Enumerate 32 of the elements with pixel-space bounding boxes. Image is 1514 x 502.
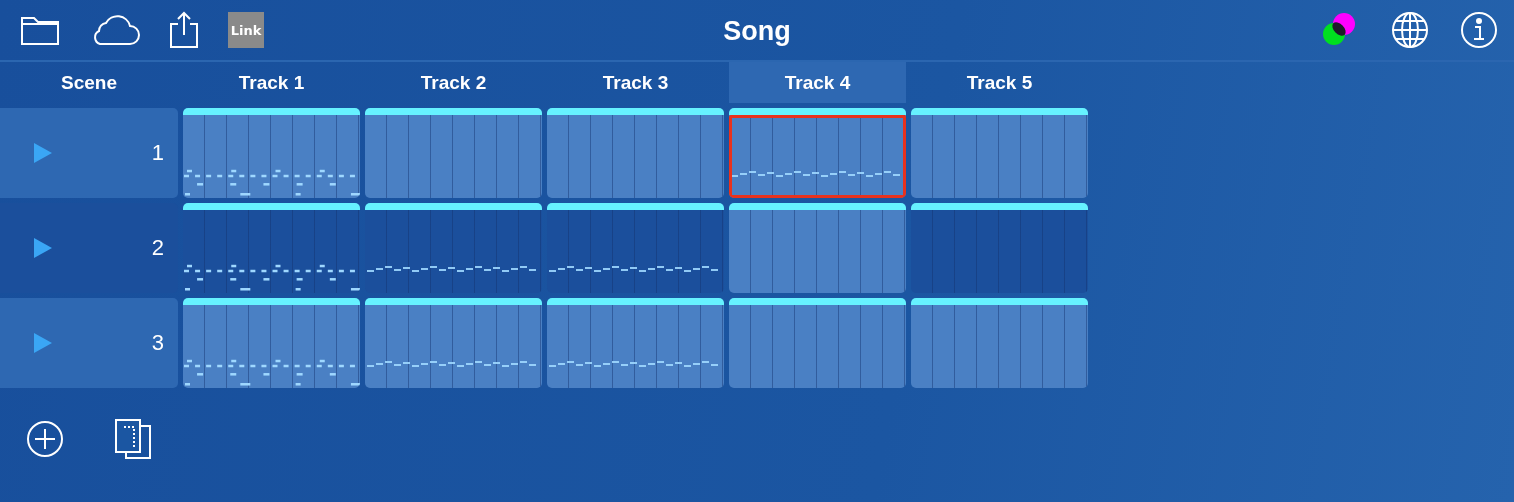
- window-title: Song: [723, 15, 791, 47]
- clip[interactable]: [729, 203, 906, 293]
- globe-icon[interactable]: [1390, 10, 1430, 50]
- clip[interactable]: [911, 108, 1088, 198]
- track-tab[interactable]: Track 1: [183, 62, 360, 103]
- clip[interactable]: [547, 108, 724, 198]
- clip[interactable]: [547, 298, 724, 388]
- clip[interactable]: [729, 108, 906, 198]
- scene-cell[interactable]: 1: [0, 108, 178, 198]
- track-tab[interactable]: Track 5: [911, 62, 1088, 103]
- scene-number: 2: [151, 235, 164, 261]
- scene-number: 3: [151, 330, 164, 356]
- clip[interactable]: [365, 203, 542, 293]
- duplicate-icon[interactable]: [114, 418, 152, 460]
- clip[interactable]: [365, 108, 542, 198]
- track-tab[interactable]: Track 4: [729, 62, 906, 103]
- scene-number: 1: [151, 140, 164, 166]
- info-icon[interactable]: [1460, 11, 1498, 49]
- track-tab[interactable]: Track 3: [547, 62, 724, 103]
- column-header: Scene: [61, 71, 117, 94]
- clip[interactable]: [365, 298, 542, 388]
- play-icon[interactable]: [34, 238, 52, 258]
- clip[interactable]: [911, 203, 1088, 293]
- clip[interactable]: [183, 298, 360, 388]
- clip[interactable]: [729, 298, 906, 388]
- clip[interactable]: [547, 203, 724, 293]
- add-icon[interactable]: [26, 420, 64, 458]
- share-icon[interactable]: [168, 11, 200, 49]
- clip[interactable]: [911, 298, 1088, 388]
- clip[interactable]: [183, 108, 360, 198]
- scene-cell[interactable]: 3: [0, 298, 178, 388]
- track-tab[interactable]: Track 2: [365, 62, 542, 103]
